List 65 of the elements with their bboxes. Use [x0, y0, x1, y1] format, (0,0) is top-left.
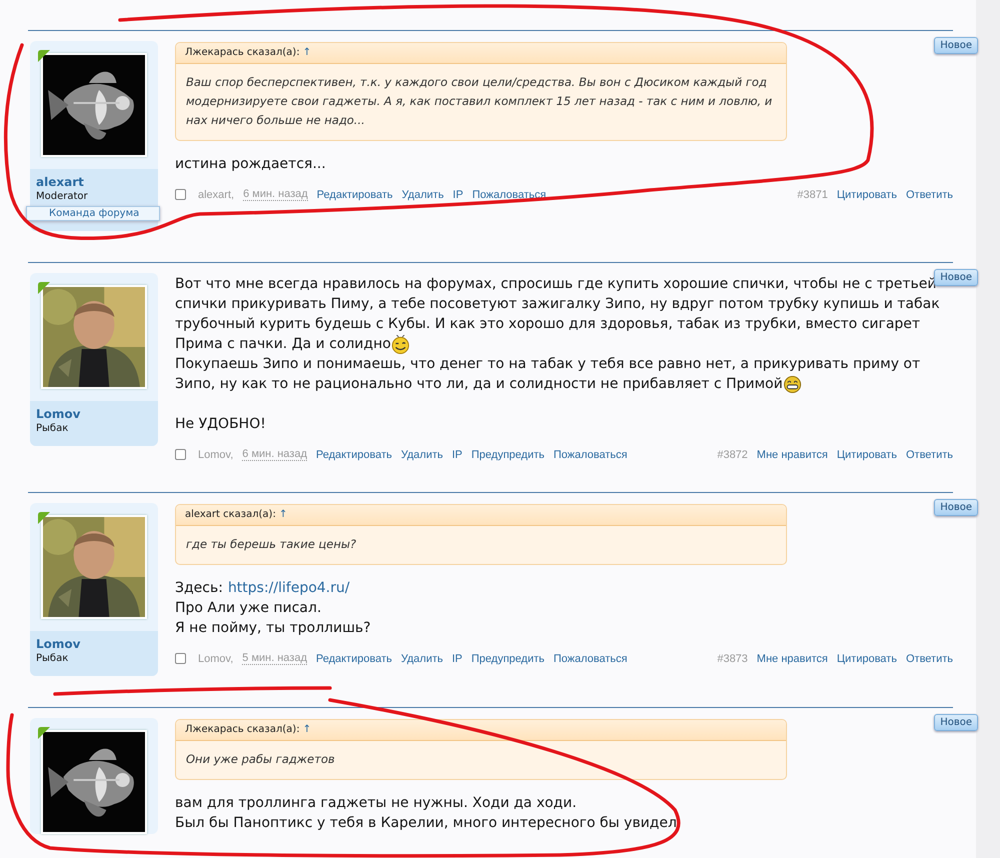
action-link[interactable]: Редактировать — [316, 188, 393, 200]
post-text: Здесь: — [175, 579, 223, 598]
corner-icon — [38, 512, 50, 524]
action-link[interactable]: Удалить — [400, 448, 443, 460]
post-text: Покупаешь Зипо и понимаешь, что денег то на табак у тебя все равно нет, а прикуривать приму от — [175, 355, 920, 374]
smiley-icon — [390, 335, 410, 354]
post-text: Не УДОБНО! — [175, 415, 266, 434]
action-link[interactable]: Удалить — [402, 188, 444, 200]
jump-link[interactable]: ↑ — [302, 47, 312, 58]
quote-author: alexart сказал(а): — [185, 509, 276, 520]
action-link[interactable]: IP — [452, 188, 464, 200]
post-text: вам для троллинга гаджеты не нужны. Ходи да ходи. — [175, 794, 577, 813]
action-link[interactable]: Мне нравится — [756, 448, 828, 460]
post-text: Прима с пачки. Да и солидно — [175, 335, 391, 354]
username[interactable]: Lomov — [36, 637, 152, 652]
post-text: Зипо, ну как то не рационально что ли, да и солидности не прибавляет с Примой — [175, 375, 783, 394]
action-link[interactable]: IP — [452, 448, 462, 460]
user-title: Moderator — [36, 190, 89, 204]
quote-author: Лжекарась сказал(а): — [185, 724, 300, 735]
quote-text: Они уже рабы гаджетов — [185, 751, 336, 768]
new-label: Новое — [934, 499, 978, 516]
action-link[interactable]: Цитировать — [836, 652, 897, 664]
username[interactable]: alexart — [36, 175, 152, 190]
action-link[interactable]: Предупредить — [471, 652, 544, 664]
post-text: трубочный курить будешь с Кубы. И как это хорошо для здоровья, табак из трубки, вместо сигарет — [175, 315, 920, 334]
action-link[interactable]: Ответить — [906, 188, 953, 200]
post-text: истина рождается... — [175, 155, 326, 174]
action-link[interactable]: Цитировать — [836, 188, 897, 200]
action-link[interactable]: Предупредить — [471, 448, 544, 460]
action-link[interactable]: Ответить — [906, 448, 953, 460]
jump-link[interactable]: ↑ — [302, 724, 312, 735]
user-title: Рыбак — [36, 422, 70, 436]
username[interactable]: Lomov — [36, 407, 152, 422]
grin-icon — [782, 375, 802, 394]
user-title: Рыбак — [36, 652, 70, 666]
post-number[interactable]: #3871 — [797, 188, 828, 200]
action-link[interactable]: Пожаловаться — [554, 652, 628, 664]
new-label: Новое — [934, 269, 978, 286]
action-link[interactable]: Пожаловаться — [472, 188, 546, 200]
corner-icon — [38, 727, 50, 739]
corner-icon — [38, 50, 50, 62]
action-link[interactable]: Цитировать — [836, 448, 897, 460]
select-checkbox[interactable] — [175, 189, 186, 200]
action-link[interactable]: IP — [452, 652, 462, 664]
post-text: Про Али уже писал. — [175, 599, 322, 618]
quote-text: Ваш спор бесперспективен, т.к. у каждого свои цели/средства. Вы вон с Дюсиком каждый год модернизируете свои гаджеты. А я, как поставил комплект 15 лет назад - так с ним и ловлю, и нах ничего больше не надо... — [185, 74, 774, 129]
new-label: Новое — [934, 714, 978, 731]
action-link[interactable]: Мне нравится — [756, 652, 828, 664]
select-checkbox[interactable] — [175, 449, 186, 460]
team-ribbon: Команда форума — [26, 206, 160, 221]
new-label: Новое — [934, 37, 978, 54]
select-checkbox[interactable] — [175, 653, 186, 664]
action-link[interactable]: Редактировать — [316, 448, 392, 460]
post-text: спички прикуривать Пиму, а тебе посоветуют зажигалку Зипо, ну вдруг потом трубку купишь и табак — [175, 295, 940, 314]
action-link[interactable]: Ответить — [906, 652, 953, 664]
jump-link[interactable]: ↑ — [278, 509, 288, 520]
quote-author: Лжекарась сказал(а): — [185, 47, 300, 58]
corner-icon — [38, 282, 50, 294]
post-text: Вот что мне всегда нравилось на форумах, спросишь где купить хорошие спички, чтобы не с третьей — [175, 275, 936, 294]
link[interactable]: https://lifepo4.ru/ — [228, 578, 350, 598]
quote-text: где ты берешь такие цены? — [185, 536, 358, 553]
action-link[interactable]: Удалить — [400, 652, 443, 664]
action-link[interactable]: Редактировать — [316, 652, 392, 664]
action-link[interactable]: Пожаловаться — [554, 448, 628, 460]
post-text: Я не пойму, ты троллишь? — [175, 619, 371, 638]
